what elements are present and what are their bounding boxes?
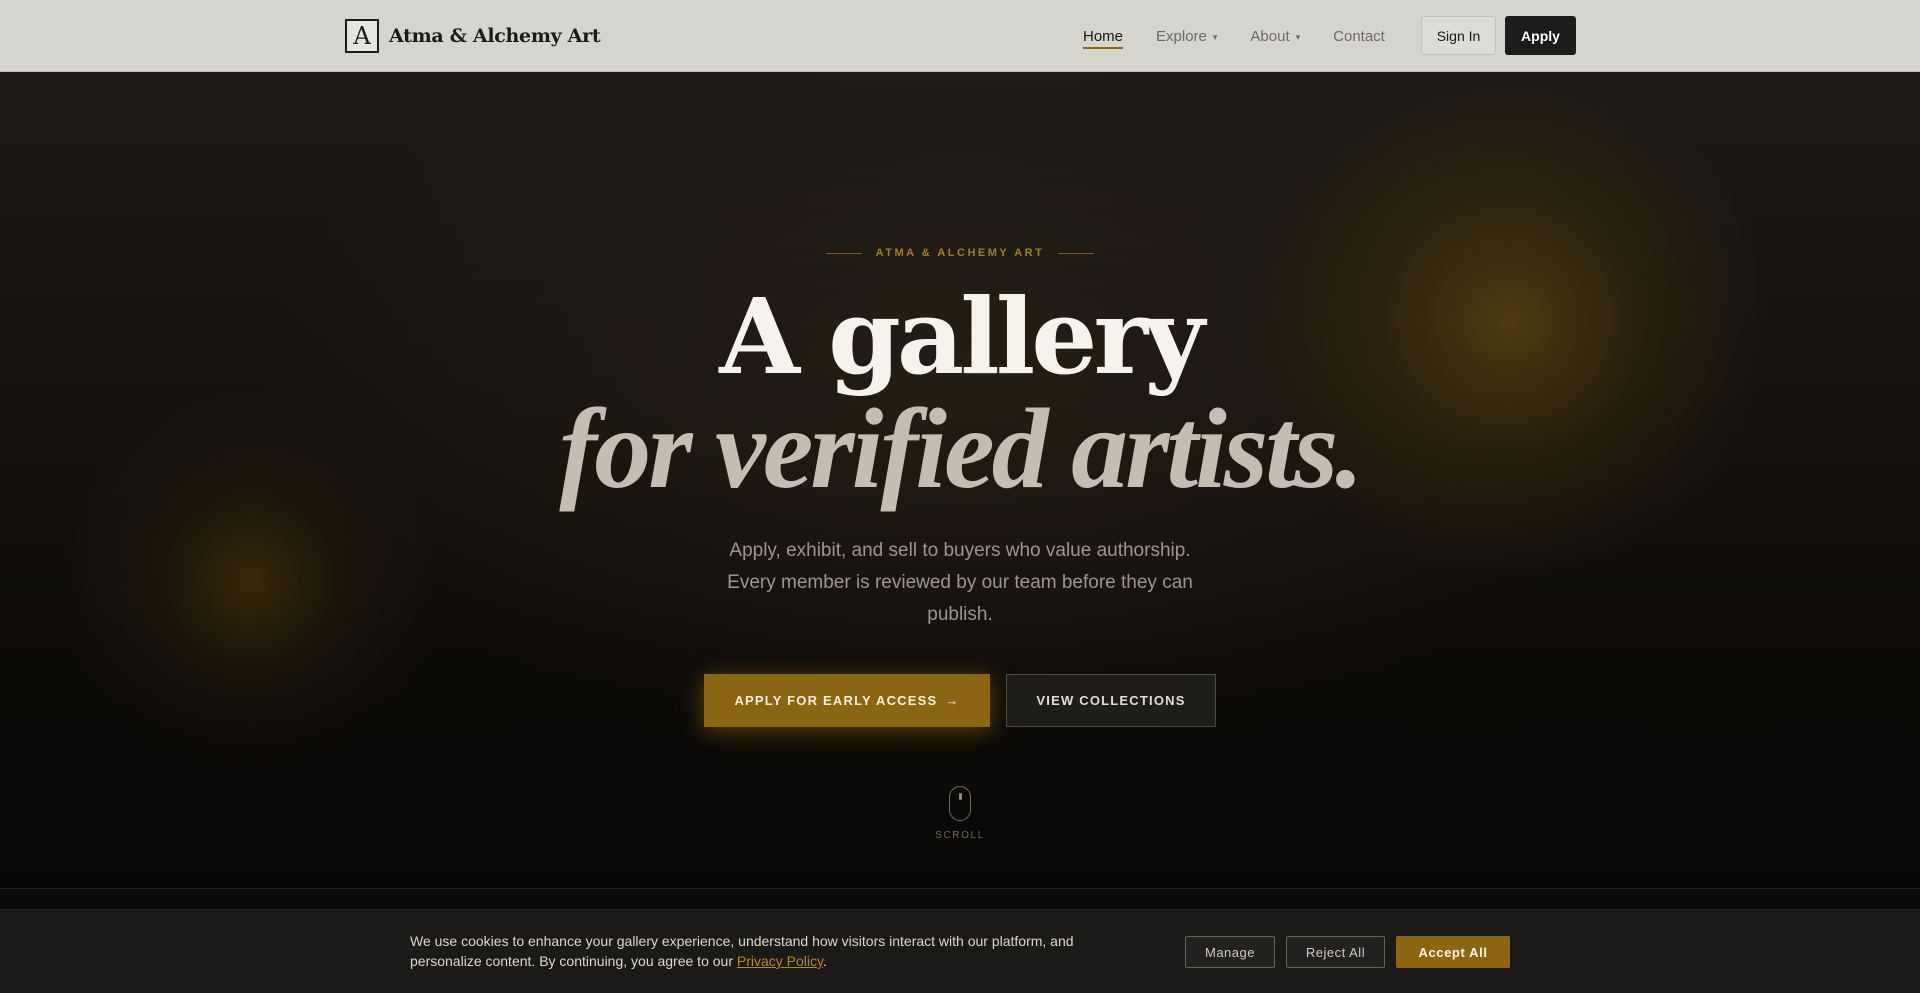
eyebrow-divider (1058, 252, 1095, 254)
nav-item-explore[interactable]: Explore ▾ (1156, 0, 1217, 72)
cookie-message-end: . (822, 953, 827, 969)
eyebrow-divider (825, 252, 862, 254)
main-nav: Home Explore ▾ About ▾ Contact (1083, 0, 1418, 72)
eyebrow-text: ATMA & ALCHEMY ART (875, 247, 1045, 259)
logo-mark-icon: A (345, 19, 379, 53)
hero-headline-line2: for verified artists. (559, 385, 1363, 512)
nav-item-home[interactable]: Home (1083, 0, 1124, 72)
apply-button[interactable]: Apply (1505, 16, 1576, 55)
brand-logo[interactable]: A Atma & Alchemy Art (345, 19, 601, 53)
scroll-label: SCROLL (935, 830, 985, 841)
scroll-mouse-icon (949, 786, 971, 821)
apply-early-access-button[interactable]: APPLY FOR EARLY ACCESS → (704, 674, 990, 727)
brand-name: Atma & Alchemy Art (389, 25, 601, 47)
privacy-policy-link[interactable]: Privacy Policy (737, 953, 823, 969)
reject-all-button[interactable]: Reject All (1286, 936, 1385, 968)
nav-item-contact[interactable]: Contact (1333, 0, 1385, 72)
chevron-down-icon: ▾ (1212, 31, 1218, 42)
cookie-banner: We use cookies to enhance your gallery e… (0, 909, 1920, 993)
nav-item-about[interactable]: About ▾ (1250, 0, 1300, 72)
hero-section: ATMA & ALCHEMY ART A gallery for verifie… (0, 72, 1920, 888)
nav-item-label: About (1250, 27, 1290, 45)
manage-cookies-button[interactable]: Manage (1185, 936, 1275, 968)
scroll-wheel-dot (959, 793, 962, 800)
nav-item-label: Home (1083, 27, 1124, 45)
sign-in-button[interactable]: Sign In (1421, 16, 1496, 55)
next-section-peek (0, 889, 1920, 909)
cookie-message: We use cookies to enhance your gallery e… (410, 931, 1130, 971)
hero-eyebrow: ATMA & ALCHEMY ART (0, 247, 1920, 259)
cta-primary-label: APPLY FOR EARLY ACCESS (734, 693, 938, 708)
chevron-down-icon: ▾ (1295, 31, 1301, 42)
arrow-right-icon: → (945, 693, 960, 708)
accept-all-button[interactable]: Accept All (1396, 936, 1510, 968)
hero-headline-line1: A gallery (719, 275, 1204, 398)
page: A Atma & Alchemy Art Home Explore ▾ Abou… (0, 0, 1920, 993)
nav-item-label: Explore (1156, 27, 1207, 45)
hero-subtitle: Apply, exhibit, and sell to buyers who v… (727, 540, 1193, 625)
nav-item-label: Contact (1333, 27, 1385, 45)
view-collections-button[interactable]: VIEW COLLECTIONS (1006, 674, 1216, 727)
navbar: A Atma & Alchemy Art Home Explore ▾ Abou… (0, 0, 1920, 72)
